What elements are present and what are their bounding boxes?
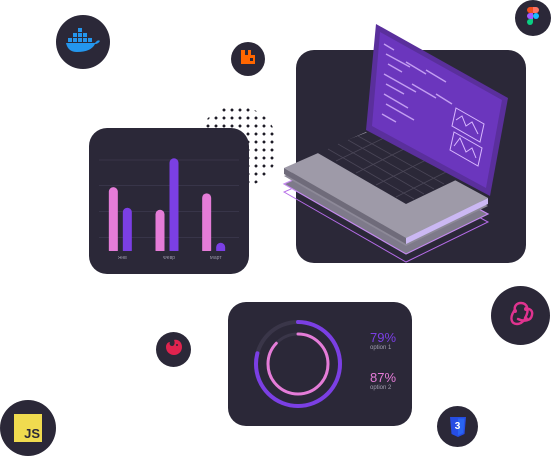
figma-icon bbox=[527, 6, 539, 30]
javascript-icon-badge: JS bbox=[0, 400, 56, 456]
rabbitmq-icon bbox=[240, 49, 256, 70]
ring-value-2: 87% bbox=[370, 370, 397, 385]
docker-icon bbox=[65, 27, 101, 58]
nestjs-icon bbox=[164, 338, 184, 361]
docker-icon-badge bbox=[56, 15, 110, 69]
bar-chart-card: Янв Февр Март bbox=[89, 128, 249, 274]
javascript-icon: JS bbox=[14, 414, 42, 442]
laptop-illustration bbox=[276, 22, 516, 272]
ring-label-2: option 2 bbox=[370, 385, 392, 391]
ring-chart-card: 79% option 1 87% option 2 bbox=[228, 302, 412, 426]
ring-segment-option-2 bbox=[266, 332, 330, 396]
css3-icon-badge: 3 bbox=[437, 406, 478, 447]
bar-Февр-series-1 bbox=[155, 209, 165, 255]
ring-chart bbox=[254, 320, 342, 408]
ring-label-1: option 1 bbox=[370, 345, 392, 351]
nestjs-icon-badge bbox=[156, 332, 191, 367]
css3-icon: 3 bbox=[449, 416, 467, 437]
bar-Февр-series-2 bbox=[169, 158, 179, 255]
javascript-icon-text: JS bbox=[24, 426, 40, 441]
rabbitmq-icon-badge bbox=[231, 42, 265, 76]
figma-icon-badge bbox=[515, 0, 551, 36]
ring-value-1: 79% bbox=[370, 330, 397, 345]
bar-chart: Янв Февр Март bbox=[99, 158, 239, 261]
redux-icon-badge bbox=[491, 286, 550, 345]
bar-Март-series-1 bbox=[202, 193, 212, 255]
ring-item-2: 87% option 2 bbox=[370, 370, 410, 391]
redux-icon bbox=[506, 298, 536, 333]
bar-baseline-mask bbox=[99, 251, 239, 256]
ring-item-1: 79% option 1 bbox=[370, 330, 410, 351]
css3-icon-text: 3 bbox=[454, 420, 461, 432]
bar-Янв-series-1 bbox=[108, 187, 118, 255]
bar-Янв-series-2 bbox=[122, 207, 132, 255]
